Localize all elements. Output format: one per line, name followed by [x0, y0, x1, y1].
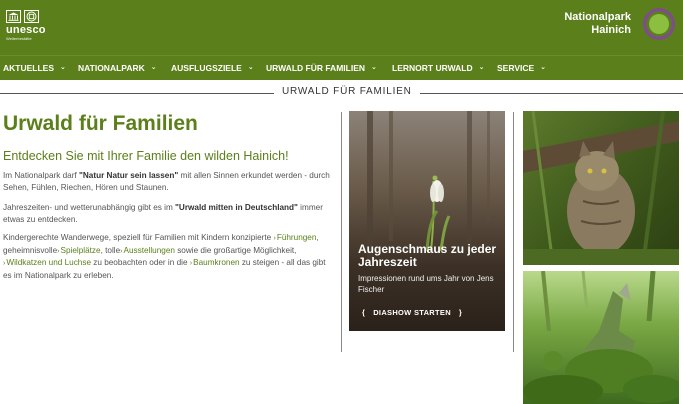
- start-slideshow-button[interactable]: { DIASHOW STARTEN}: [358, 308, 466, 317]
- text-fragment: , tolle: [100, 245, 121, 255]
- text-fragment: sowie die großartige Möglichkeit,: [174, 245, 297, 255]
- text-fragment: zu beobachten oder in die: [91, 258, 190, 267]
- lead-text: Entdecken Sie mit Ihrer Familie den wild…: [3, 149, 289, 163]
- snowdrop-photo: [349, 111, 505, 331]
- nav-label: URWALD FÜR FAMILIEN: [266, 63, 366, 73]
- chevron-down-icon: ⌄: [247, 64, 254, 71]
- link-fuehrungen[interactable]: ›Führungen: [273, 233, 316, 242]
- main-nav: AKTUELLES ⌄ NATIONALPARK ⌄ AUSFLUGSZIELE…: [0, 55, 683, 80]
- chevron-right-icon: ›: [189, 260, 193, 267]
- nav-label: AKTUELLES: [3, 63, 54, 73]
- chevron-down-icon: ⌄: [150, 64, 157, 71]
- card-subtitle: Impressionen rund ums Jahr von Jens Fisc…: [358, 274, 494, 294]
- nav-label: SERVICE: [497, 63, 535, 73]
- unesco-temple-icon: [6, 10, 21, 23]
- chevron-right-icon: ›: [120, 247, 123, 255]
- link-label: Wildkatzen und Luchse: [6, 258, 91, 267]
- wildcat-image: [523, 111, 679, 265]
- link-label: Ausstellungen: [123, 245, 175, 255]
- section-title: URWALD FÜR FAMILIEN: [274, 86, 420, 97]
- slideshow-promo-card[interactable]: Augenschmaus zu jeder Jahreszeit Impress…: [349, 111, 505, 331]
- site-header: unesco Welterbestätte Nationalpark Haini…: [0, 0, 683, 55]
- nationalpark-logo-icon[interactable]: [641, 6, 677, 42]
- mossy-stump-photo[interactable]: [523, 271, 679, 404]
- nav-item-service[interactable]: SERVICE ⌄: [497, 63, 546, 73]
- brace-right-icon: }: [458, 308, 463, 317]
- offers-paragraph: Kindergerechte Wanderwege, speziell für …: [3, 232, 333, 281]
- text-fragment: Kindergerechte Wanderwege, speziell für …: [3, 233, 274, 242]
- nav-item-nationalpark[interactable]: NATIONALPARK ⌄: [78, 63, 157, 73]
- weather-paragraph: Jahreszeiten- und wetterunabhängig gibt …: [3, 202, 333, 225]
- chevron-down-icon: ⌄: [371, 64, 377, 71]
- bold-quote: "Urwald mitten in Deutschland": [175, 203, 298, 212]
- chevron-down-icon: ⌄: [60, 64, 66, 71]
- link-label: Spielplätze: [60, 245, 101, 255]
- nav-label: NATIONALPARK: [78, 63, 145, 73]
- chevron-right-icon: ›: [273, 235, 276, 242]
- park-name[interactable]: Nationalpark Hainich: [564, 11, 631, 37]
- card-title: Augenschmaus zu jeder Jahreszeit: [358, 242, 497, 269]
- link-wildkatzen[interactable]: ›Wildkatzen und Luchse: [3, 258, 91, 267]
- nav-item-ausflugsziele[interactable]: AUSFLUGSZIELE ⌄: [171, 63, 254, 73]
- chevron-right-icon: ›: [3, 260, 6, 267]
- column-divider: [341, 112, 342, 352]
- link-label: Baumkronen: [193, 258, 240, 267]
- page-title: Urwald für Familien: [3, 112, 198, 135]
- link-label: Führungen: [276, 233, 317, 242]
- button-label: DIASHOW STARTEN: [373, 308, 451, 317]
- park-name-line2: Hainich: [591, 24, 631, 36]
- nav-item-aktuelles[interactable]: AKTUELLES ⌄: [3, 63, 66, 73]
- nav-label: AUSFLUGSZIELE: [171, 63, 242, 73]
- unesco-word: unesco: [6, 24, 46, 36]
- chevron-right-icon: ›: [57, 247, 60, 255]
- bold-quote: "Natur Natur sein lassen": [79, 171, 179, 180]
- mossy-stump-image: [523, 271, 679, 404]
- wildcat-photo[interactable]: [523, 111, 679, 265]
- brace-left-icon: {: [362, 308, 366, 317]
- unesco-logo[interactable]: unesco Welterbestätte: [6, 10, 52, 44]
- link-baumkronen[interactable]: ›Baumkronen: [190, 258, 240, 267]
- link-ausstellungen[interactable]: ›Ausstellungen: [120, 246, 175, 255]
- chevron-down-icon: ⌄: [478, 64, 485, 71]
- world-heritage-emblem-icon: [24, 10, 39, 23]
- link-spielplaetze[interactable]: ›Spielplätze: [57, 246, 100, 255]
- chevron-down-icon: ⌄: [540, 64, 547, 71]
- intro-paragraph: Im Nationalpark darf "Natur Natur sein l…: [3, 170, 333, 193]
- text-fragment: Jahreszeiten- und wetterunabhängig gibt …: [3, 203, 176, 212]
- park-name-line1: Nationalpark: [564, 11, 631, 23]
- nav-item-lernort-urwald[interactable]: LERNORT URWALD ⌄: [392, 63, 484, 73]
- unesco-sub: Welterbestätte: [6, 36, 32, 41]
- nav-item-urwald-fuer-familien[interactable]: URWALD FÜR FAMILIEN ⌄: [266, 63, 377, 73]
- text-fragment: Im Nationalpark darf: [3, 171, 79, 180]
- column-divider: [513, 112, 514, 352]
- nav-label: LERNORT URWALD: [392, 63, 473, 73]
